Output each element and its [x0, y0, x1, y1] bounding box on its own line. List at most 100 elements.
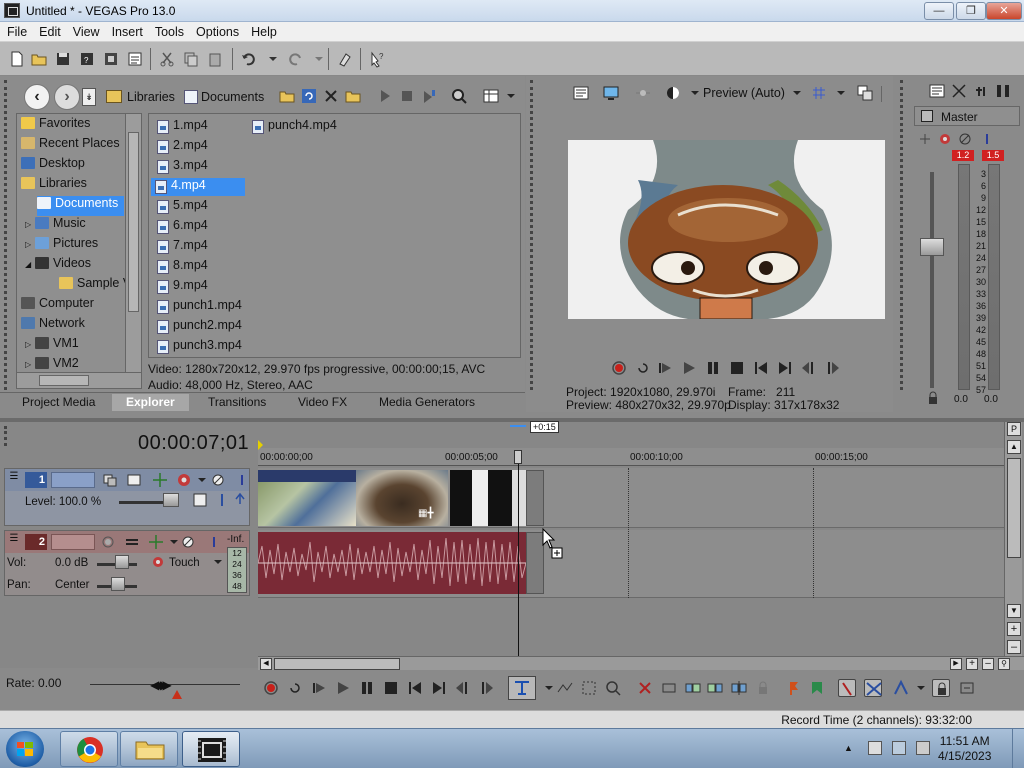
tree-vertical-scrollbar[interactable]	[125, 114, 141, 374]
track-fx-icon[interactable]	[175, 471, 193, 489]
track-minimize-icon[interactable]: ☰	[7, 471, 21, 487]
file-item[interactable]: 7.mp4	[153, 238, 208, 256]
master-meter-icon[interactable]	[994, 82, 1012, 100]
tab-media-generators[interactable]: Media Generators	[379, 395, 475, 409]
enable-snapping-icon[interactable]	[336, 50, 354, 68]
envelope-tool-icon[interactable]	[556, 679, 574, 697]
breadcrumb-documents[interactable]: Documents	[201, 90, 264, 104]
audio-track-lane[interactable]	[258, 530, 1004, 598]
video-clip[interactable]	[488, 470, 510, 526]
project-video-properties-icon[interactable]	[572, 84, 590, 102]
record-icon[interactable]	[262, 679, 280, 697]
scroll-left-icon[interactable]: ◀	[260, 658, 272, 670]
track-minimize-icon[interactable]: ☰	[7, 533, 21, 549]
play-icon[interactable]	[680, 359, 698, 377]
snapping-dropdown-icon[interactable]	[912, 679, 925, 697]
pause-icon[interactable]	[704, 359, 722, 377]
lock-icon[interactable]	[924, 390, 938, 408]
scroll-down-icon[interactable]: ▼	[1007, 604, 1021, 618]
file-item[interactable]: 9.mp4	[153, 278, 208, 296]
preview-video-frame[interactable]	[568, 140, 885, 319]
file-item[interactable]: 8.mp4	[153, 258, 208, 276]
normal-edit-tool-button[interactable]	[508, 676, 536, 700]
audio-track-mute-icon[interactable]	[179, 533, 195, 551]
compositing-parent-icon[interactable]	[231, 491, 245, 509]
undo-icon[interactable]	[240, 50, 258, 68]
ignore-event-grouping-icon[interactable]	[932, 679, 950, 697]
master-fx-chain-icon[interactable]	[916, 130, 930, 148]
stop-icon[interactable]	[728, 359, 746, 377]
audio-track-motion-icon[interactable]	[147, 533, 165, 551]
selection-tool-icon[interactable]	[580, 679, 598, 697]
auto-preview-icon[interactable]	[420, 87, 438, 105]
rate-slider-handle[interactable]: ◀◆▶	[150, 678, 172, 692]
scrollbar-thumb[interactable]	[128, 132, 139, 312]
menu-tools[interactable]: Tools	[148, 22, 189, 39]
trim-end-icon[interactable]	[706, 679, 724, 697]
volume-slider-handle[interactable]	[115, 555, 129, 569]
save-as-icon[interactable]: ?	[78, 50, 96, 68]
play-from-start-icon[interactable]	[310, 679, 328, 697]
insert-marker-icon[interactable]	[784, 679, 802, 697]
invert-phase-icon[interactable]	[123, 533, 139, 551]
automation-settings-icon[interactable]	[149, 553, 165, 571]
menu-file[interactable]: File	[0, 22, 32, 39]
auto-ripple-icon[interactable]	[838, 679, 856, 697]
tree-item-vm1[interactable]: ▷ VM1	[25, 336, 79, 356]
snapping-icon[interactable]	[892, 679, 910, 697]
trim-icon[interactable]	[660, 679, 678, 697]
video-clip[interactable]	[450, 470, 470, 526]
zoom-out-vertical-icon[interactable]: –	[1007, 640, 1021, 654]
tree-item-pictures[interactable]: ▷ Pictures	[25, 236, 98, 256]
track-solo-icon[interactable]	[233, 471, 243, 489]
pane-grip[interactable]	[4, 80, 10, 390]
start-preview-icon[interactable]	[376, 87, 394, 105]
close-button[interactable]: ✕	[986, 2, 1022, 20]
track-list-options-icon[interactable]: P	[1007, 422, 1021, 436]
previous-frame-icon[interactable]	[454, 679, 472, 697]
master-fader-handle[interactable]	[920, 238, 944, 256]
in-point-marker[interactable]	[258, 440, 263, 450]
taskbar-vegas[interactable]	[182, 731, 240, 767]
expand-arrow-icon[interactable]: ▷	[25, 340, 35, 349]
pan-slider-handle[interactable]	[111, 577, 125, 591]
tab-transitions[interactable]: Transitions	[208, 395, 266, 409]
scrollbar-thumb[interactable]	[274, 658, 400, 670]
redo-dropdown-icon[interactable]	[310, 50, 323, 68]
timeline-divider[interactable]	[0, 418, 1024, 422]
tree-item-sample-videos[interactable]: Sample V	[59, 276, 131, 296]
properties-icon[interactable]	[126, 50, 144, 68]
forward-button[interactable]: ›	[54, 84, 80, 110]
redo-icon[interactable]	[286, 50, 304, 68]
preview-quality-dropdown-icon[interactable]	[788, 84, 801, 102]
refresh-icon[interactable]	[300, 87, 318, 105]
taskbar-explorer[interactable]	[120, 731, 178, 767]
get-media-web-icon[interactable]	[450, 87, 468, 105]
network-icon[interactable]	[892, 741, 906, 755]
render-as-icon[interactable]	[102, 50, 120, 68]
views-icon[interactable]	[482, 87, 500, 105]
pause-icon[interactable]	[358, 679, 376, 697]
audio-track-name-field[interactable]	[51, 534, 95, 550]
file-item[interactable]: punch2.mp4	[153, 318, 242, 336]
video-clip[interactable]	[258, 470, 356, 526]
tab-project-media[interactable]: Project Media	[22, 395, 95, 409]
menu-edit[interactable]: Edit	[32, 22, 66, 39]
menu-options[interactable]: Options	[189, 22, 244, 39]
master-fx-gear-icon[interactable]	[936, 130, 950, 148]
edit-tool-dropdown-icon[interactable]	[540, 679, 553, 697]
zoom-in-vertical-icon[interactable]: +	[1007, 622, 1021, 636]
tree-item-recent-places[interactable]: Recent Places	[21, 136, 120, 156]
tree-item-network[interactable]: Network	[21, 316, 85, 336]
trim-start-icon[interactable]	[684, 679, 702, 697]
master-solo-icon[interactable]	[978, 130, 988, 148]
preview-quality[interactable]: Preview (Auto)	[703, 86, 785, 100]
overlays-grid-icon[interactable]	[810, 84, 828, 102]
timeline-ruler[interactable]: 00:00:00;00 00:00:05;00 00:00:10;00 00:0…	[258, 448, 1004, 466]
tree-item-favorites[interactable]: Favorites	[21, 116, 90, 136]
system-clock[interactable]: 11:51 AM 4/15/2023	[938, 734, 991, 764]
show-desktop-button[interactable]	[1012, 729, 1024, 768]
stop-preview-icon[interactable]	[398, 87, 416, 105]
automation-mode-dropdown-icon[interactable]	[209, 553, 222, 571]
scroll-up-icon[interactable]: ▲	[1007, 440, 1021, 454]
